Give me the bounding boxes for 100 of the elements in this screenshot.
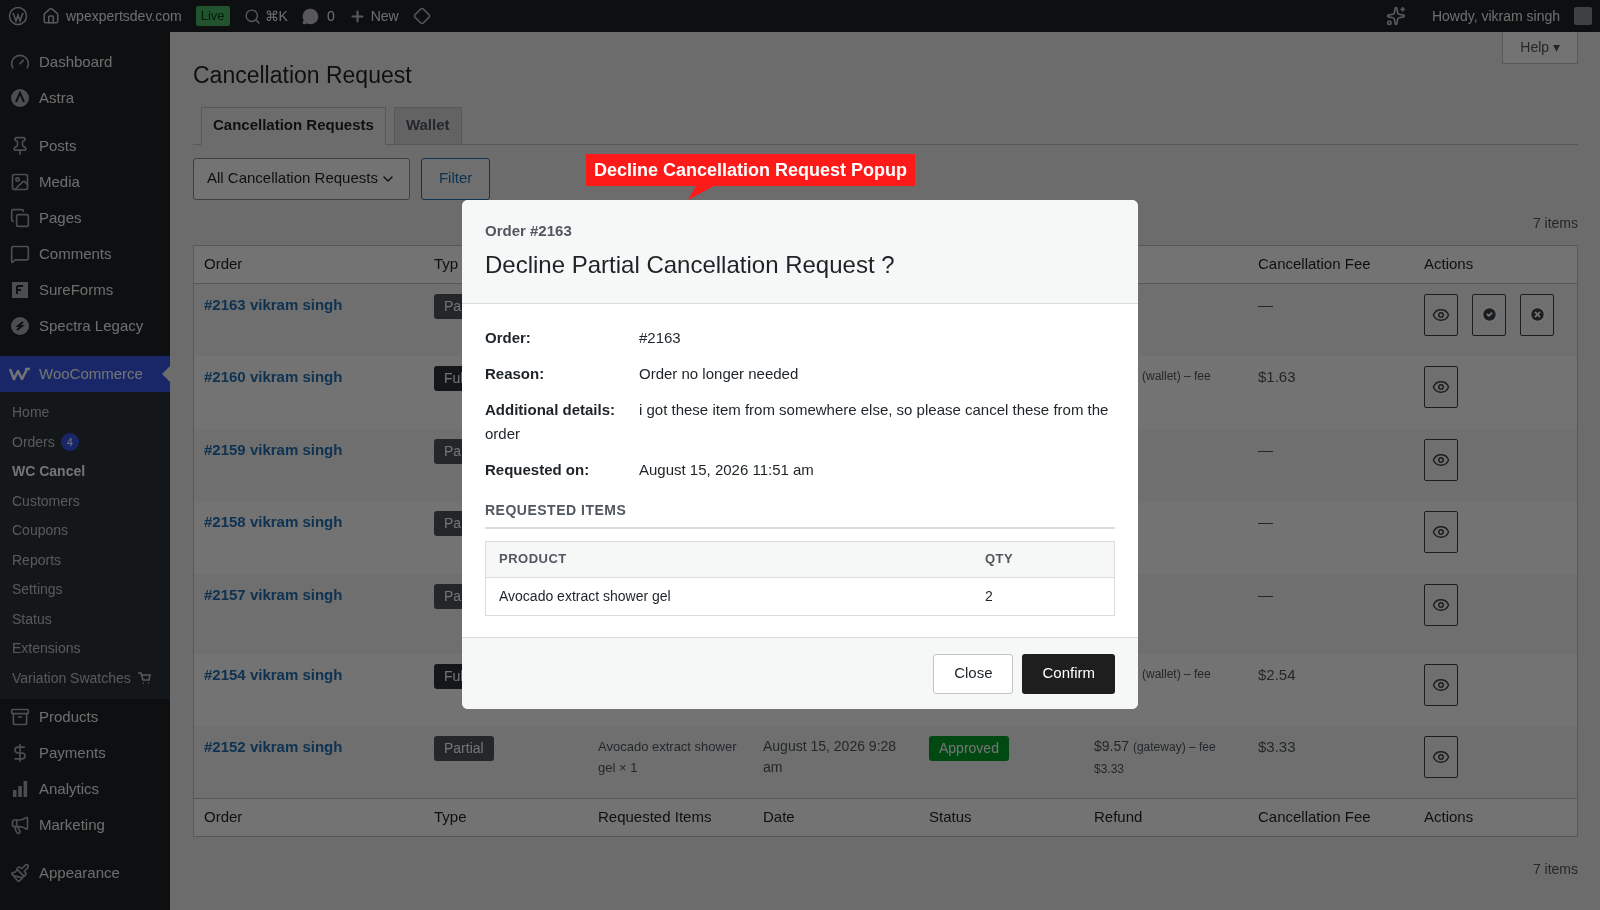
menu-item[interactable]: Dashboard (0, 44, 170, 80)
order-link[interactable]: #2159 vikram singh (204, 440, 343, 458)
bar-chart-icon (10, 779, 30, 799)
modal-title: Decline Partial Cancellation Request ? (485, 249, 896, 280)
detail-text: Order: #2163 (485, 327, 682, 348)
refund-text: $9.57 (gateway) – fee $3.33 (1094, 736, 1217, 778)
cart-icon (136, 671, 151, 686)
action-button[interactable] (1424, 365, 1458, 408)
action-button[interactable] (1424, 293, 1458, 336)
submenu-item[interactable]: Settings (0, 575, 170, 605)
tab[interactable]: Cancellation Requests (201, 106, 386, 145)
fee-text: — (1258, 512, 1273, 530)
menu-item[interactable]: Spectra Legacy (0, 308, 170, 344)
detail-text: Requested on: August 15, 2026 11:51 am (485, 459, 815, 480)
detail-text: Additional details: i got these item from somewhere else, so please cancel these from the order (485, 399, 1110, 444)
submenu-item[interactable]: Customers (0, 486, 170, 516)
callout-pointer (686, 186, 716, 200)
menu-item[interactable]: Pages (0, 200, 170, 236)
menu-item[interactable]: Marketing (0, 807, 170, 843)
column-header: Typ (434, 253, 459, 274)
environment-badge: Live (195, 6, 230, 26)
action-button[interactable] (1424, 583, 1458, 626)
column-header: Cancellation Fee (1257, 806, 1372, 827)
column-header: PRODUCT (499, 550, 568, 569)
menu-pointer (162, 366, 170, 382)
comments-link[interactable]: 0 (301, 5, 335, 27)
submenu-item[interactable]: Reports (0, 545, 170, 575)
submenu-item[interactable]: Variation Swatches (0, 663, 170, 693)
menu-item[interactable]: Posts (0, 128, 170, 164)
order-link[interactable]: #2154 vikram singh (204, 665, 343, 683)
bolt-logo-icon (10, 316, 30, 336)
sparkle-icon[interactable] (1385, 6, 1406, 26)
submenu-item[interactable]: WC Cancel (0, 457, 170, 487)
dialog-button[interactable]: Close (933, 653, 1014, 694)
new-link[interactable]: New (348, 5, 399, 27)
diamond-icon[interactable] (412, 7, 431, 25)
tab[interactable]: Wallet (393, 106, 462, 145)
action-button[interactable] (1424, 510, 1458, 553)
submenu-item[interactable]: Coupons (0, 516, 170, 546)
fee-text: — (1258, 295, 1273, 313)
image-icon (10, 172, 30, 192)
menu-item[interactable]: WooCommerce (0, 356, 170, 392)
column-header: Actions (1423, 806, 1475, 827)
menu-item[interactable]: Astra (0, 80, 170, 116)
pin-icon (10, 136, 30, 156)
submenu-item[interactable]: Orders 4 (0, 427, 170, 457)
form-icon (10, 280, 30, 300)
help-tab[interactable]: Help ▾ (1502, 32, 1578, 64)
wordpress-logo-icon[interactable] (8, 6, 28, 26)
action-button[interactable] (1424, 735, 1458, 778)
action-button[interactable] (1424, 663, 1458, 706)
menu-item[interactable]: Products (0, 699, 170, 735)
menu-item[interactable]: SureForms (0, 272, 170, 308)
order-link[interactable]: #2157 vikram singh (204, 585, 343, 603)
page-title: Cancellation Request (193, 61, 413, 90)
dialog-button[interactable]: Confirm (1022, 653, 1115, 694)
action-button[interactable] (1472, 293, 1506, 336)
order-link[interactable]: #2163 vikram singh (204, 295, 343, 313)
column-header: Order (203, 806, 244, 827)
action-button[interactable] (1424, 438, 1458, 481)
refund-text: (wallet) – fee (1142, 367, 1212, 385)
filter-button[interactable]: Filter (420, 157, 491, 200)
menu-item[interactable]: Analytics (0, 771, 170, 807)
paintbrush-icon (10, 863, 30, 883)
search-icon (243, 7, 261, 25)
status-tag: Approved (929, 735, 1009, 761)
menu-item[interactable]: Media (0, 164, 170, 200)
column-header: Status (928, 806, 973, 827)
refund-text: (wallet) – fee (1142, 665, 1212, 683)
type-tag: Partial (434, 735, 494, 761)
column-header: Requested Items (597, 806, 713, 827)
fee-text: $1.63 (1258, 367, 1296, 385)
action-button[interactable] (1520, 293, 1554, 336)
column-header: Order (203, 253, 244, 274)
requested-items-text: Avocado extract shower gel × 1 (598, 737, 738, 777)
order-link[interactable]: #2152 vikram singh (204, 737, 343, 755)
column-header: Type (433, 806, 468, 827)
column-header: QTY (985, 550, 1015, 569)
fee-text: $2.54 (1258, 665, 1296, 683)
submenu-item[interactable]: Extensions (0, 634, 170, 664)
site-link[interactable]: wpexpertsdev.com (42, 5, 182, 27)
order-link[interactable]: #2160 vikram singh (204, 367, 343, 385)
column-header: Refund (1093, 806, 1144, 827)
pages-icon (10, 208, 30, 228)
order-link[interactable]: #2158 vikram singh (204, 512, 343, 530)
item-count: 7 items (1532, 213, 1578, 233)
menu-item[interactable]: Payments (0, 735, 170, 771)
table-cell-text: 2 (985, 586, 994, 606)
megaphone-icon (10, 815, 30, 835)
menu-item[interactable]: Comments (0, 236, 170, 272)
detail-text: Reason: Order no longer needed (485, 363, 800, 384)
filter-select[interactable]: All Cancellation Requests (193, 157, 410, 200)
date-text: August 15, 2026 9:28 am (763, 736, 898, 777)
greeting-link[interactable]: Howdy, vikram singh (1431, 5, 1560, 27)
x-circle-icon (1528, 306, 1546, 323)
submenu-item[interactable]: Home (0, 398, 170, 428)
triangle-logo-icon (10, 88, 30, 108)
menu-item[interactable]: Appearance (0, 855, 170, 891)
submenu-item[interactable]: Status (0, 604, 170, 634)
search-link[interactable]: ⌘K (243, 5, 288, 27)
